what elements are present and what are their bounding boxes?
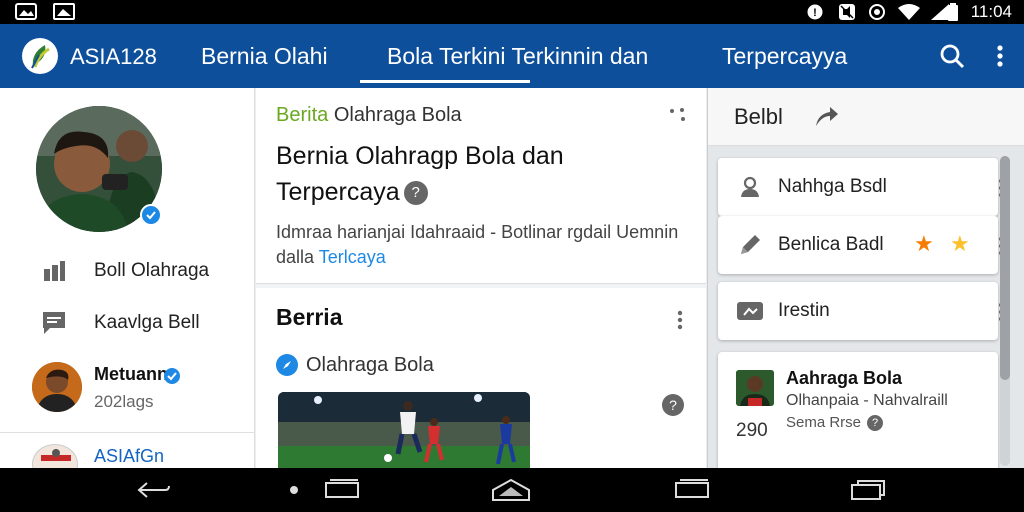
feature-count: 290 [736,420,768,441]
article-title: Bernia Olahragp Bola dan Terpercaya? [276,138,676,210]
article-card[interactable]: Berita Olahraga Bola Bernia Olahragp Bol… [256,88,706,284]
feature-meta-text: Sema Rrse [786,414,862,431]
category-highlight: Berita [276,104,329,126]
overview-button[interactable] [670,476,714,504]
sync-icon [866,3,888,20]
tab-terpercaya[interactable]: Terpercayya [722,43,847,70]
more-options-icon[interactable] [668,106,688,126]
feature-meta: Sema Rrse? [786,414,884,431]
right-item-benlica[interactable]: Benlica Badl ★ ★ [718,216,1003,274]
back-button[interactable] [132,476,176,504]
football-match-image[interactable] [278,392,530,468]
article-description: Idmraa harianjai Idahraaid - Botlinar rg… [276,220,686,270]
sidebar-user[interactable]: Metuann 202lags [32,362,242,418]
star-icon[interactable]: ★ [950,230,970,258]
app-brand: ASIA128 [70,44,157,69]
alarm-icon: ! [804,3,826,20]
home-icon [492,478,530,501]
news-source-label: Olahraga Bola [306,353,434,376]
feature-thumbnail [736,370,774,406]
leaf-logo-icon [31,45,50,69]
news-source: Olahraga Bola [276,352,434,378]
image-icon [52,3,76,20]
search-button[interactable] [936,40,968,72]
battery-icon [944,2,962,21]
split-screen-button[interactable] [846,476,890,504]
news-heading: Berria [276,304,343,330]
back-icon [137,482,170,498]
navigation-bar [0,468,1024,512]
status-time: 11:04 [970,2,1012,21]
gallery-icon [14,3,38,20]
sidebar: Boll Olahraga Kaavlga Bell Metuann 202la… [0,88,255,484]
more-vert-icon [997,45,1003,67]
user-name: Metuann [94,364,168,384]
mute-icon [836,3,858,20]
feature-subtitle: Olhanpaia - Nahvalraill [786,392,948,409]
article-category: Berita Olahraga Bola [276,104,462,127]
sidebar-item-kaavlga-bell[interactable]: Kaavlga Bell [40,306,200,340]
sidebar-item-label: ASIAfGn [94,446,165,466]
media-icon [736,298,764,324]
description-link[interactable]: Terlcaya [319,247,386,267]
right-item-label: Irestin [778,300,830,321]
right-item-nahhga[interactable]: Nahhga Bsdl [718,158,1003,216]
person-icon [736,174,764,200]
scrollbar[interactable] [1000,156,1010,466]
right-item-label: Nahhga Bsdl [778,176,887,197]
overflow-menu-button[interactable] [984,40,1016,72]
user-subtitle: 202lags [94,392,154,411]
app-logo[interactable] [22,38,58,74]
help-icon[interactable]: ? [662,394,684,416]
verified-badge-icon [140,204,162,226]
help-icon[interactable]: ? [867,414,884,431]
verified-icon [164,368,180,384]
right-feature-card[interactable]: Aahraga Bola Olhanpaia - Nahvalraill Sem… [718,352,998,468]
right-panel-header: Belbl [708,88,1024,146]
tab-bola-terkini[interactable]: Bola Terkini Terkinnin dan [387,43,648,70]
right-panel: Belbl Nahhga Bsdl Benlica Badl ★ ★ Irest… [707,88,1024,468]
recents-alt-icon [675,479,709,498]
right-item-label: Benlica Badl [778,234,884,255]
recents-button[interactable] [320,476,364,504]
category-rest: Olahraga Bola [333,104,462,126]
recents-icon [325,479,359,498]
tab-bernia-olahi[interactable]: Bernia Olahi [201,43,328,70]
help-icon[interactable]: ? [403,181,428,206]
assistant-button[interactable] [282,476,306,504]
search-icon [940,44,965,69]
scrollbar-thumb[interactable] [1000,156,1010,380]
news-card[interactable]: Berria Olahraga Bola ? [256,288,706,468]
home-button[interactable] [489,476,533,504]
feature-title: Aahraga Bola [786,368,903,388]
share-arrow-icon[interactable] [812,102,840,130]
avatar [32,362,82,412]
active-tab-indicator [360,80,530,83]
sidebar-item-label: Boll Olahraga [94,260,210,281]
home-dot-icon [290,486,298,494]
sidebar-item-boll-olahraga[interactable]: Boll Olahraga [40,254,209,288]
wifi-icon [896,3,922,20]
right-panel-title: Belbl [734,104,783,129]
sidebar-item-label: Kaavlga Bell [94,312,200,333]
right-item-irestin[interactable]: Irestin [718,282,1003,340]
app-bar: ASIA128 Bernia Olahi Bola Terkini Terkin… [0,24,1024,88]
star-icon[interactable]: ★ [914,230,934,258]
divider [0,432,255,433]
status-bar: ! 11:04 [0,0,1024,24]
message-icon [43,312,65,334]
main-feed: Berita Olahraga Bola Bernia Olahragp Bol… [256,88,706,468]
pencil-icon [736,232,764,258]
compass-icon [276,354,298,376]
split-screen-icon [851,480,885,500]
svg-text:!: ! [813,7,817,19]
chart-icon [44,261,65,281]
more-vert-icon[interactable] [676,310,684,330]
